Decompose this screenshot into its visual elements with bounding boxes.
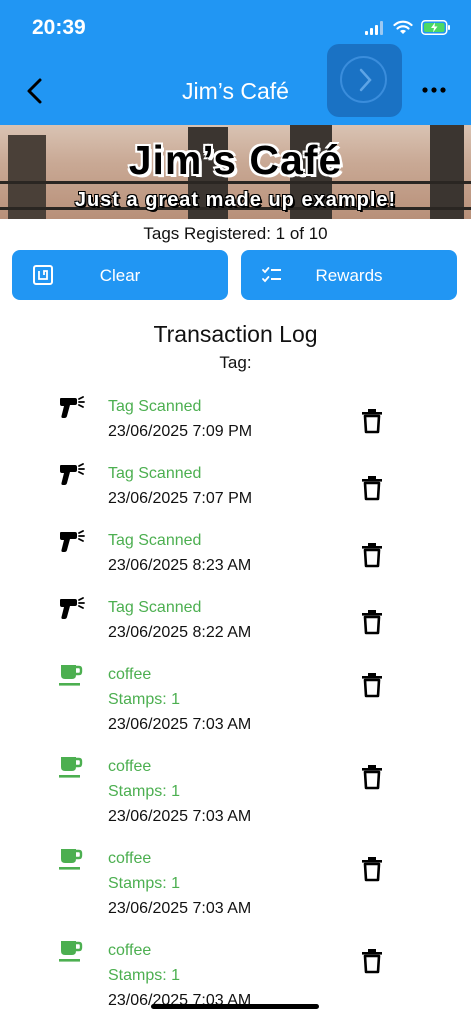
home-indicator[interactable] — [151, 1004, 319, 1009]
log-item: Tag Scanned 23/06/2025 8:23 AM — [0, 522, 471, 589]
transaction-log-list: Tag Scanned 23/06/2025 7:09 PM Tag Scanned… — [0, 388, 471, 1024]
log-item-title: coffee — [108, 758, 152, 775]
delete-button[interactable] — [361, 609, 383, 635]
scanner-icon — [58, 394, 88, 420]
log-item-datetime: 23/06/2025 7:03 AM — [108, 900, 252, 917]
trash-icon — [361, 673, 383, 702]
log-item-stamps: Stamps: 1 — [108, 967, 181, 984]
trash-icon — [361, 765, 383, 794]
delete-button[interactable] — [361, 672, 383, 698]
log-item-datetime: 23/06/2025 7:03 AM — [108, 808, 252, 825]
trash-icon — [361, 949, 383, 978]
log-item-text: Tag Scanned 23/06/2025 7:07 PM — [108, 461, 252, 511]
floating-overlay-button[interactable] — [327, 44, 402, 117]
log-item-text: Tag Scanned 23/06/2025 8:23 AM — [108, 528, 251, 578]
clear-button[interactable]: Clear — [12, 250, 228, 300]
trash-icon — [361, 610, 383, 639]
log-item-text: coffee Stamps: 1 23/06/2025 7:03 AM — [108, 938, 251, 1013]
log-item-datetime: 23/06/2025 7:09 PM — [108, 423, 253, 440]
trash-icon — [361, 857, 383, 886]
more-horizontal-icon — [422, 87, 446, 93]
log-item-datetime: 23/06/2025 7:07 PM — [108, 490, 253, 507]
cafe-banner-image: Jim’s Café Just a great made up example! — [0, 125, 471, 219]
clear-button-label: Clear — [99, 266, 141, 285]
log-item: coffee Stamps: 1 23/06/2025 7:03 AM — [0, 840, 471, 932]
delete-button[interactable] — [361, 856, 383, 882]
chevron-right-icon — [359, 68, 372, 92]
log-item-stamps: Stamps: 1 — [108, 783, 181, 800]
delete-button[interactable] — [361, 542, 383, 568]
banner-subtitle: Just a great made up example! — [74, 189, 397, 211]
log-item-title: Tag Scanned — [108, 599, 202, 616]
wifi-icon — [393, 20, 413, 34]
log-item: coffee Stamps: 1 23/06/2025 7:03 AM — [0, 656, 471, 748]
log-item-title: coffee — [108, 850, 152, 867]
log-item: Tag Scanned 23/06/2025 7:09 PM — [0, 388, 471, 455]
banner-title: Jim’s Café — [128, 137, 343, 183]
trash-icon — [361, 476, 383, 505]
log-item-datetime: 23/06/2025 8:22 AM — [108, 624, 252, 641]
log-item: Tag Scanned 23/06/2025 7:07 PM — [0, 455, 471, 522]
log-item-title: Tag Scanned — [108, 398, 202, 415]
delete-button[interactable] — [361, 408, 383, 434]
more-options-button[interactable] — [421, 82, 447, 98]
log-item-datetime: 23/06/2025 7:03 AM — [108, 716, 252, 733]
log-item: coffee Stamps: 1 23/06/2025 7:03 AM — [0, 932, 471, 1024]
scanner-icon — [58, 528, 88, 554]
log-item-datetime: 23/06/2025 8:23 AM — [108, 557, 252, 574]
log-item: Tag Scanned 23/06/2025 8:22 AM — [0, 589, 471, 656]
log-item-text: Tag Scanned 23/06/2025 7:09 PM — [108, 394, 252, 444]
log-item-title: coffee — [108, 666, 152, 683]
coffee-cup-icon — [58, 846, 88, 872]
coffee-cup-icon — [58, 938, 88, 964]
coffee-cup-icon — [58, 662, 88, 688]
delete-button[interactable] — [361, 475, 383, 501]
rewards-button[interactable]: Rewards — [241, 250, 457, 300]
tags-registered-count: Tags Registered: 1 of 10 — [143, 224, 328, 243]
scanner-icon — [58, 595, 88, 621]
log-item-title: Tag Scanned — [108, 532, 202, 549]
signal-icon — [365, 20, 383, 35]
log-item-title: Tag Scanned — [108, 465, 202, 482]
battery-icon — [421, 20, 450, 35]
transaction-log-title: Transaction Log — [153, 321, 318, 347]
status-time: 20:39 — [32, 16, 86, 39]
status-icons — [365, 20, 451, 35]
scanner-icon — [58, 461, 88, 487]
trash-icon — [361, 543, 383, 572]
log-item-text: coffee Stamps: 1 23/06/2025 7:03 AM — [108, 846, 251, 921]
log-item-text: Tag Scanned 23/06/2025 8:22 AM — [108, 595, 251, 645]
log-item-datetime: 23/06/2025 7:03 AM — [108, 992, 252, 1009]
log-item-stamps: Stamps: 1 — [108, 691, 181, 708]
delete-button[interactable] — [361, 948, 383, 974]
trash-icon — [361, 409, 383, 438]
rewards-button-label: Rewards — [315, 266, 383, 285]
log-item-text: coffee Stamps: 1 23/06/2025 7:03 AM — [108, 754, 251, 829]
app-bar: Jim’s Café — [0, 44, 471, 125]
log-item-title: coffee — [108, 942, 152, 959]
log-item: coffee Stamps: 1 23/06/2025 7:03 AM — [0, 748, 471, 840]
coffee-cup-icon — [58, 754, 88, 780]
log-item-stamps: Stamps: 1 — [108, 875, 181, 892]
transaction-log-tag-label: Tag: — [219, 353, 252, 372]
log-item-text: coffee Stamps: 1 23/06/2025 7:03 AM — [108, 662, 251, 737]
delete-button[interactable] — [361, 764, 383, 790]
